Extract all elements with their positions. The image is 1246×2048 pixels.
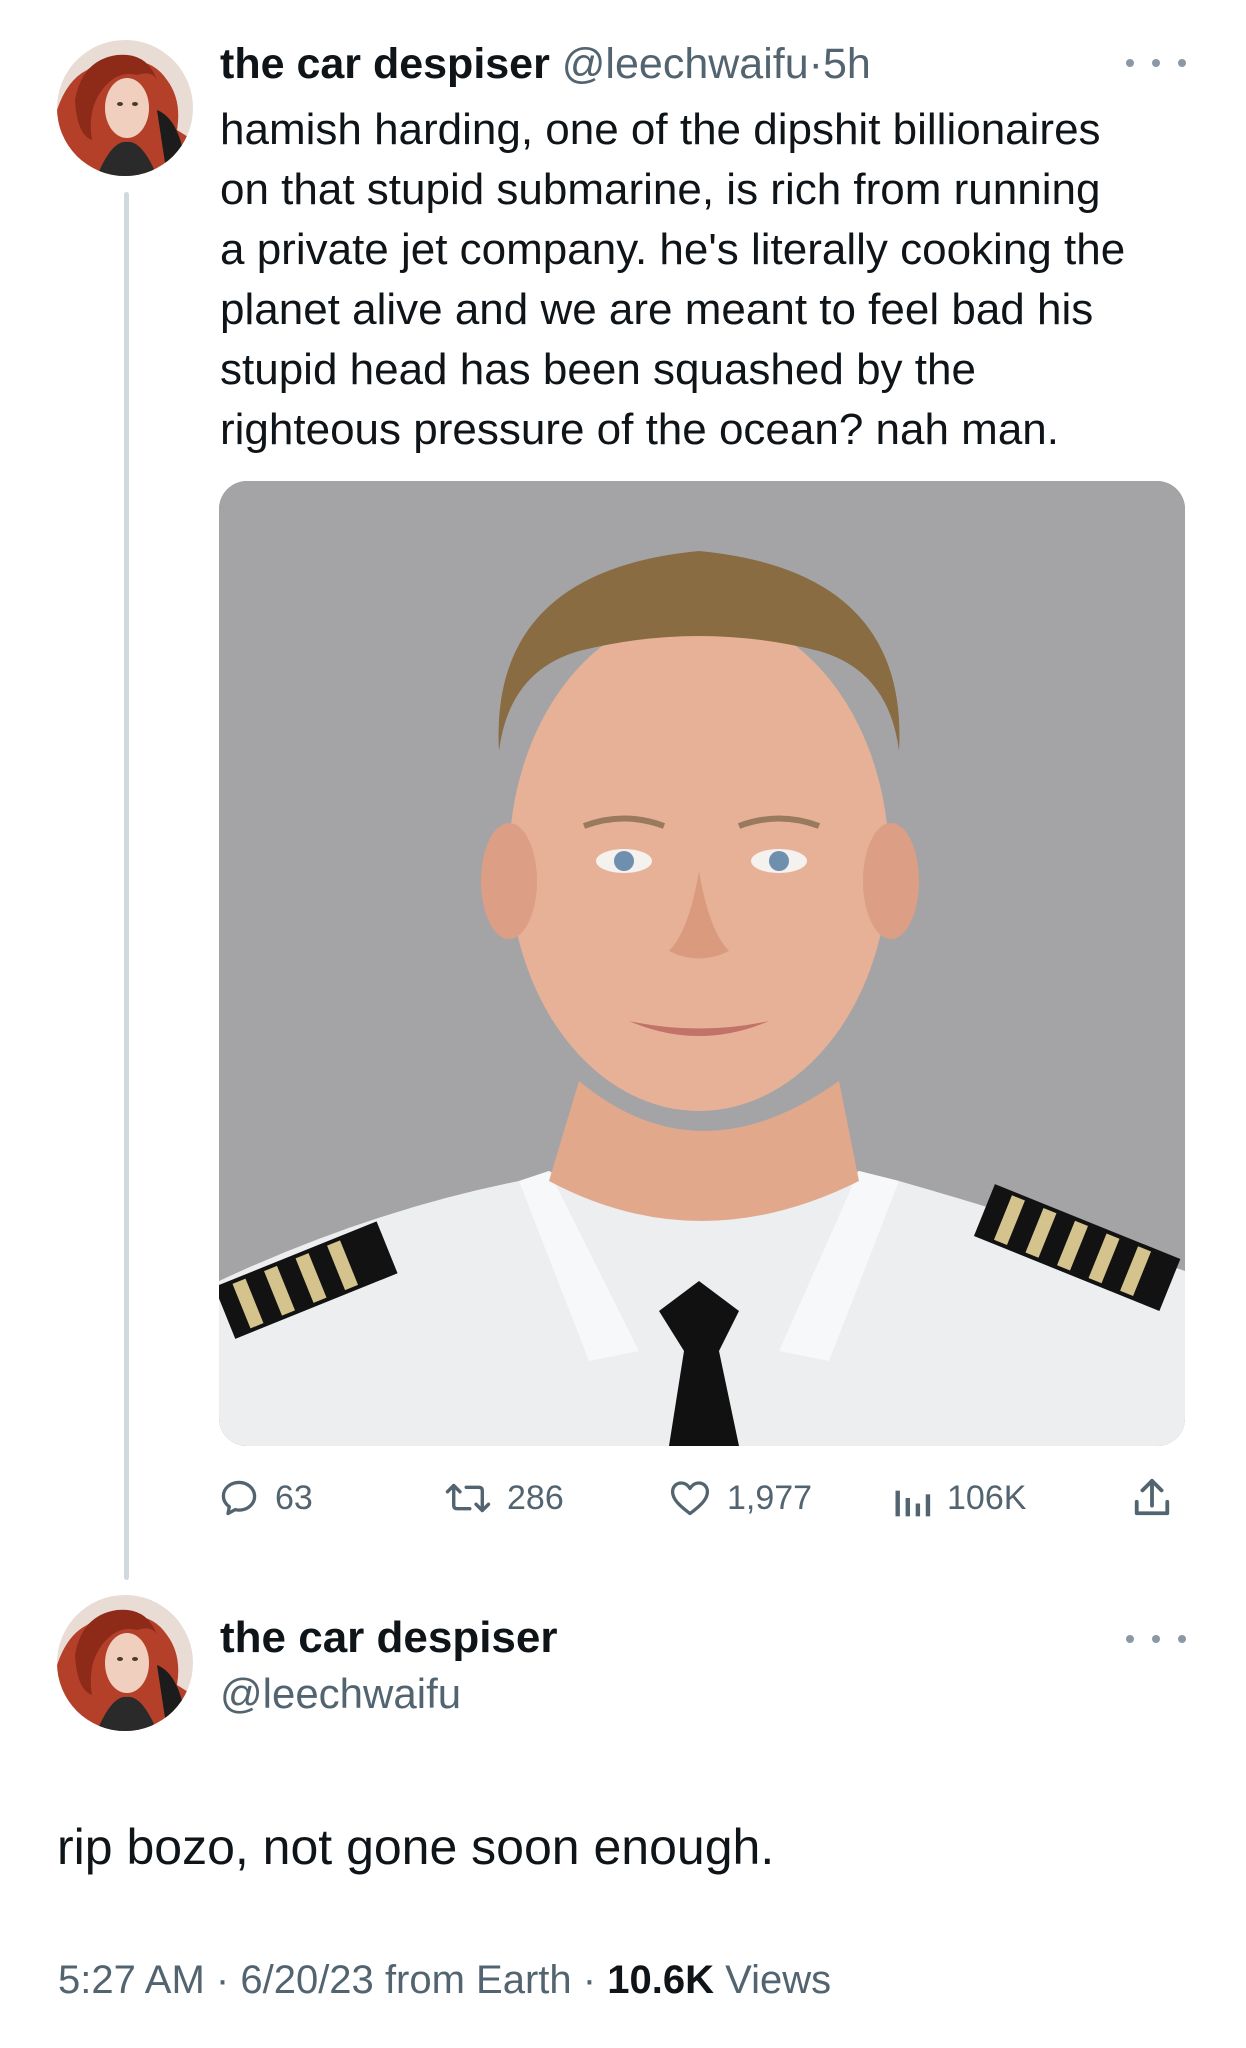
bar-chart-icon [895,1490,931,1517]
reply-button[interactable]: 63 [217,1468,313,1528]
tweet-date[interactable]: 6/20/23 [240,1958,373,2002]
retweet-button[interactable]: 286 [443,1468,564,1528]
author-name[interactable]: the car despiser [220,40,550,88]
views-label: Views [725,1958,832,2002]
tweet-meta: 5:27 AM · 6/20/23 from Earth · 10.6K Vie… [58,1952,831,2008]
tweet-source: from Earth [384,1958,572,2002]
like-count: 1,977 [727,1478,813,1517]
tweet-time[interactable]: 5h [823,40,871,88]
heart-icon [670,1481,710,1516]
like-button[interactable]: 1,977 [667,1468,812,1528]
views-button[interactable]: 106K [891,1468,1026,1528]
reply-text: rip bozo, not gone soon enough. [57,1819,775,1875]
author-name-reply[interactable]: the car despiser [220,1612,558,1664]
author-handle-reply[interactable]: @leechwaifu [220,1668,461,1720]
share-button[interactable] [1131,1468,1187,1528]
separator-dot: · [582,1958,597,2002]
tweet-photo[interactable] [219,481,1185,1446]
reply-bubble-icon [221,1480,257,1516]
more-icon-reply[interactable] [1126,1624,1186,1654]
tweet-timestamp[interactable]: 5:27 AM [58,1958,205,2002]
more-icon[interactable] [1126,48,1186,78]
share-upload-icon [1134,1478,1170,1516]
author-handle[interactable]: @leechwaifu [562,40,809,88]
tweet-text: hamish harding, one of the dipshit billi… [220,105,1126,454]
thread-line [124,192,129,1580]
separator-dot: · [215,1958,230,2002]
views-count: 106K [947,1478,1027,1517]
reply-count: 63 [275,1478,313,1517]
tweet-header: the car despiser @leechwaifu·5h [220,38,871,90]
views-total[interactable]: 10.6K [607,1958,714,2002]
author-avatar[interactable] [57,40,193,176]
separator-dot: · [808,40,823,88]
author-avatar-reply[interactable] [57,1595,193,1731]
retweet-count: 286 [507,1478,564,1517]
retweet-arrows-icon [445,1483,491,1513]
